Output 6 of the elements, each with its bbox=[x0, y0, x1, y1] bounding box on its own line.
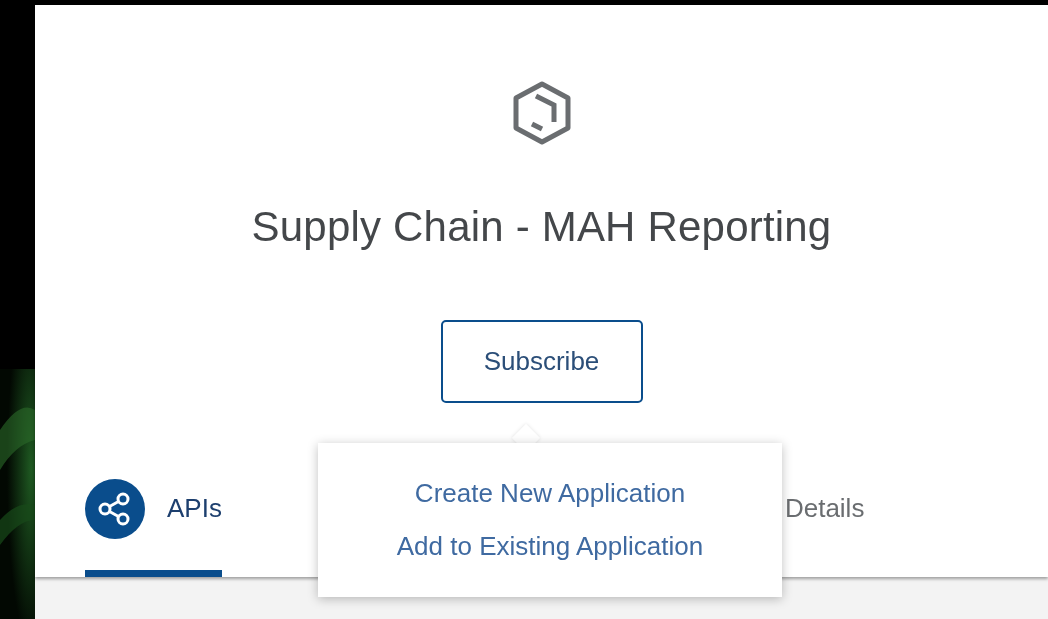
share-icon bbox=[85, 478, 145, 539]
menu-item[interactable]: Create New Application bbox=[414, 478, 686, 509]
page-title: Supply Chain - MAH Reporting bbox=[251, 202, 832, 252]
menu-item[interactable]: Add to Existing Application bbox=[396, 531, 704, 562]
tab[interactable]: Details bbox=[784, 457, 865, 577]
subscribe-button[interactable]: Subscribe bbox=[440, 320, 643, 403]
